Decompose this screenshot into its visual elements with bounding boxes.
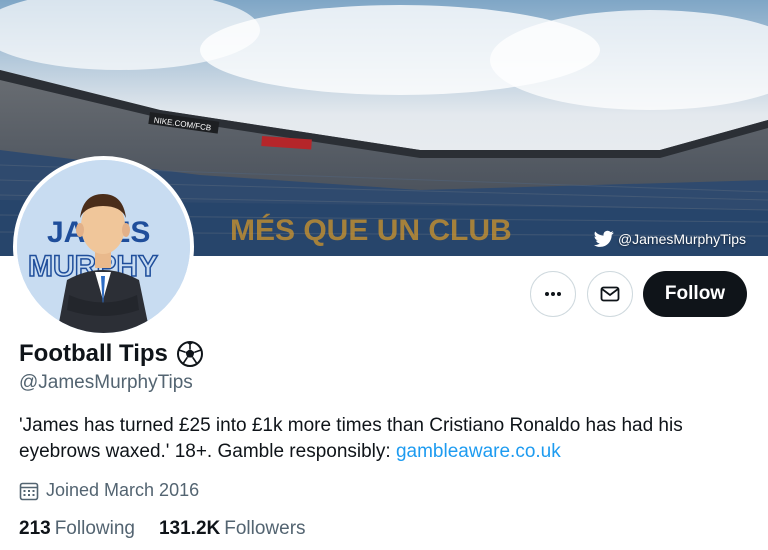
avatar[interactable]: JAMES MURPHY [13, 156, 194, 337]
avatar-illustration: JAMES MURPHY [17, 160, 190, 333]
display-name-row: Football Tips [19, 340, 204, 368]
message-button[interactable] [587, 271, 633, 317]
banner-watermark-text: @JamesMurphyTips [617, 231, 746, 247]
follow-stats: 213 Following 131.2K Followers [19, 518, 306, 540]
followers-label: Followers [224, 518, 306, 539]
follow-button[interactable]: Follow [643, 271, 747, 317]
banner-watermark: @JamesMurphyTips [593, 230, 746, 248]
joined-text: Joined March 2016 [46, 480, 200, 500]
envelope-icon [600, 286, 620, 302]
followers-link[interactable]: 131.2K Followers [159, 518, 306, 540]
joined-date: Joined March 2016 [19, 480, 199, 501]
soccer-ball-icon [176, 341, 203, 367]
bio-link[interactable]: gambleaware.co.uk [396, 441, 561, 462]
twitter-bird-icon [593, 230, 614, 247]
following-count: 213 [19, 518, 51, 539]
display-name: Football Tips [19, 340, 168, 367]
bio-text: 'James has turned £25 into £1k more time… [19, 415, 683, 462]
following-label: Following [54, 518, 135, 539]
stadium-seat-lettering: MÉS QUE UN CLUB [230, 213, 512, 247]
following-link[interactable]: 213 Following [19, 518, 135, 540]
handle: @JamesMurphyTips [19, 372, 193, 393]
more-options-button[interactable] [530, 271, 576, 317]
bio: 'James has turned £25 into £1k more time… [19, 413, 739, 465]
followers-count: 131.2K [158, 518, 221, 539]
calendar-icon [19, 482, 39, 500]
more-dots-icon [545, 292, 561, 296]
